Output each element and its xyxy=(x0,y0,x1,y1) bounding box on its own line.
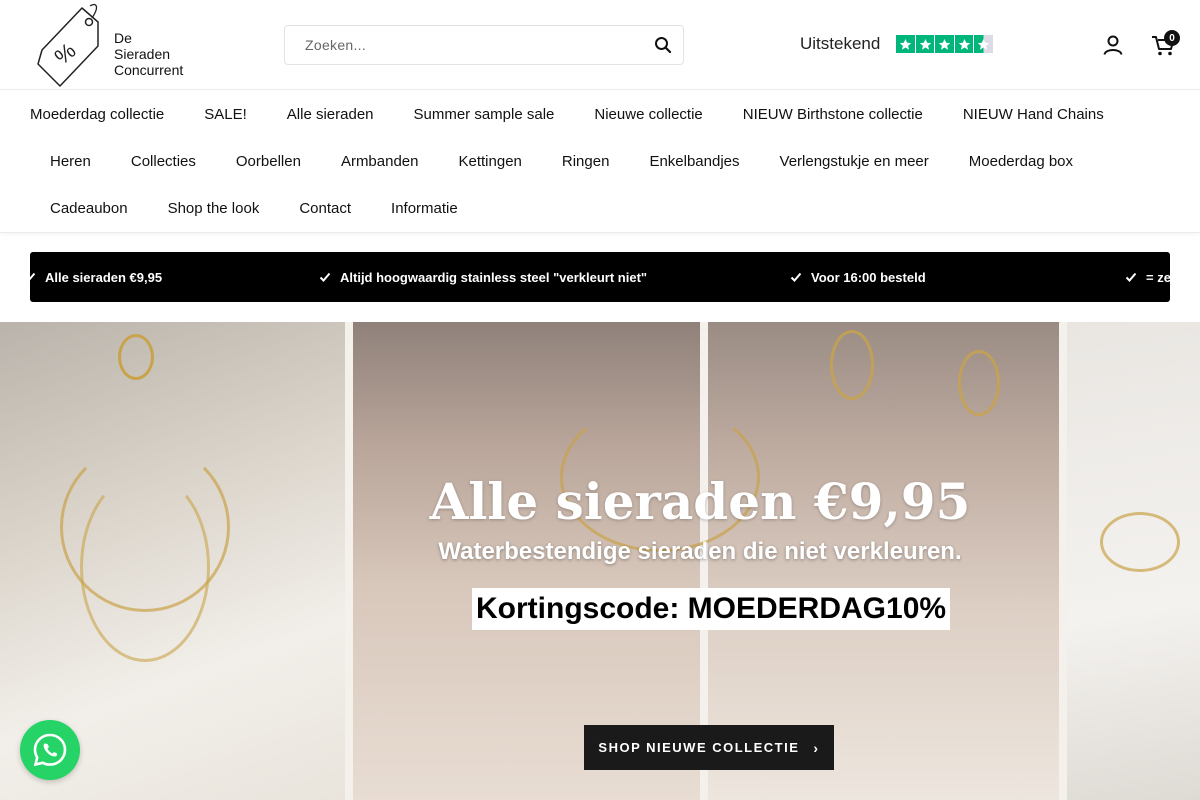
check-icon xyxy=(30,272,36,281)
nav-item-summer-sample-sale[interactable]: Summer sample sale xyxy=(414,106,555,123)
nav-item-moederdag-box[interactable]: Moederdag box xyxy=(969,153,1073,170)
site-logo[interactable]: % De Sieraden Concurrent xyxy=(34,2,194,88)
star-icon xyxy=(896,35,915,53)
nav-item-informatie[interactable]: Informatie xyxy=(391,200,458,217)
nav-row: Heren Collecties Oorbellen Armbanden Ket… xyxy=(0,138,1073,185)
half-star-icon xyxy=(974,35,993,53)
shop-new-collection-button[interactable]: SHOP NIEUWE COLLECTIE › xyxy=(584,725,834,770)
hero-title: Alle sieraden €9,95 xyxy=(429,472,971,531)
nav-item-alle-sieraden[interactable]: Alle sieraden xyxy=(287,106,374,123)
usp-item: = ze xyxy=(1125,252,1170,302)
search-button[interactable] xyxy=(653,35,673,55)
main-navigation: Moederdag collectie SALE! Alle sieraden … xyxy=(0,91,1200,233)
earring-decoration xyxy=(958,350,1000,416)
search-icon xyxy=(655,37,672,54)
logo-wordmark: De Sieraden Concurrent xyxy=(114,30,184,78)
nav-item-moederdag-collectie[interactable]: Moederdag collectie xyxy=(30,106,164,123)
nav-item-cadeaubon[interactable]: Cadeaubon xyxy=(50,200,128,217)
nav-item-verlengstukje[interactable]: Verlengstukje en meer xyxy=(780,153,929,170)
hero-subtitle: Waterbestendige sieraden die niet verkle… xyxy=(438,538,962,565)
whatsapp-chat-button[interactable] xyxy=(20,720,80,780)
user-icon xyxy=(1103,35,1123,55)
panel-divider xyxy=(345,322,353,800)
trustpilot-label: Uitstekend xyxy=(800,34,881,53)
account-button[interactable] xyxy=(1101,33,1125,57)
price-tag-icon: % xyxy=(37,3,99,87)
chevron-right-icon: › xyxy=(813,739,820,756)
nav-item-ringen[interactable]: Ringen xyxy=(562,153,610,170)
usp-bar: Alle sieraden €9,95 Altijd hoogwaardig s… xyxy=(30,252,1170,302)
trustpilot-stars xyxy=(896,35,993,53)
check-icon xyxy=(319,272,331,282)
site-header: % De Sieraden Concurrent Uitstekend xyxy=(0,0,1200,90)
earring-decoration xyxy=(118,334,154,380)
nav-item-heren[interactable]: Heren xyxy=(50,153,91,170)
nav-item-armbanden[interactable]: Armbanden xyxy=(341,153,419,170)
bracelet-decoration xyxy=(1100,512,1180,572)
star-icon xyxy=(954,35,974,53)
usp-item: Voor 16:00 besteld xyxy=(790,252,926,302)
search-input[interactable] xyxy=(285,26,625,64)
nav-item-birthstone-collectie[interactable]: NIEUW Birthstone collectie xyxy=(743,106,923,123)
search-box xyxy=(284,25,684,65)
star-icon xyxy=(915,35,935,53)
earring-decoration xyxy=(830,330,874,400)
whatsapp-icon xyxy=(33,733,67,767)
check-icon xyxy=(1125,272,1137,282)
nav-item-nieuwe-collectie[interactable]: Nieuwe collectie xyxy=(594,106,702,123)
check-icon xyxy=(790,272,802,282)
usp-item: Altijd hoogwaardig stainless steel "verk… xyxy=(319,252,647,302)
nav-item-contact[interactable]: Contact xyxy=(299,200,351,217)
cart-count-badge: 0 xyxy=(1164,30,1180,46)
star-icon xyxy=(935,35,954,53)
discount-code: Kortingscode: MOEDERDAG10% xyxy=(472,588,951,630)
nav-item-sale[interactable]: SALE! xyxy=(204,106,247,123)
svg-text:%: % xyxy=(50,38,81,70)
panel-divider xyxy=(1059,322,1067,800)
nav-row: Moederdag collectie SALE! Alle sieraden … xyxy=(0,91,1104,138)
hero-banner[interactable]: Alle sieraden €9,95 Waterbestendige sier… xyxy=(0,322,1200,800)
necklace-decoration xyxy=(80,472,210,662)
nav-item-shop-the-look[interactable]: Shop the look xyxy=(168,200,260,217)
nav-item-kettingen[interactable]: Kettingen xyxy=(459,153,522,170)
trustpilot-widget[interactable]: Uitstekend xyxy=(800,33,993,55)
usp-item: Alle sieraden €9,95 xyxy=(30,252,162,302)
nav-item-enkelbandjes[interactable]: Enkelbandjes xyxy=(649,153,739,170)
nav-item-oorbellen[interactable]: Oorbellen xyxy=(236,153,301,170)
nav-item-hand-chains[interactable]: NIEUW Hand Chains xyxy=(963,106,1104,123)
nav-item-collecties[interactable]: Collecties xyxy=(131,153,196,170)
nav-row: Cadeaubon Shop the look Contact Informat… xyxy=(0,185,458,232)
